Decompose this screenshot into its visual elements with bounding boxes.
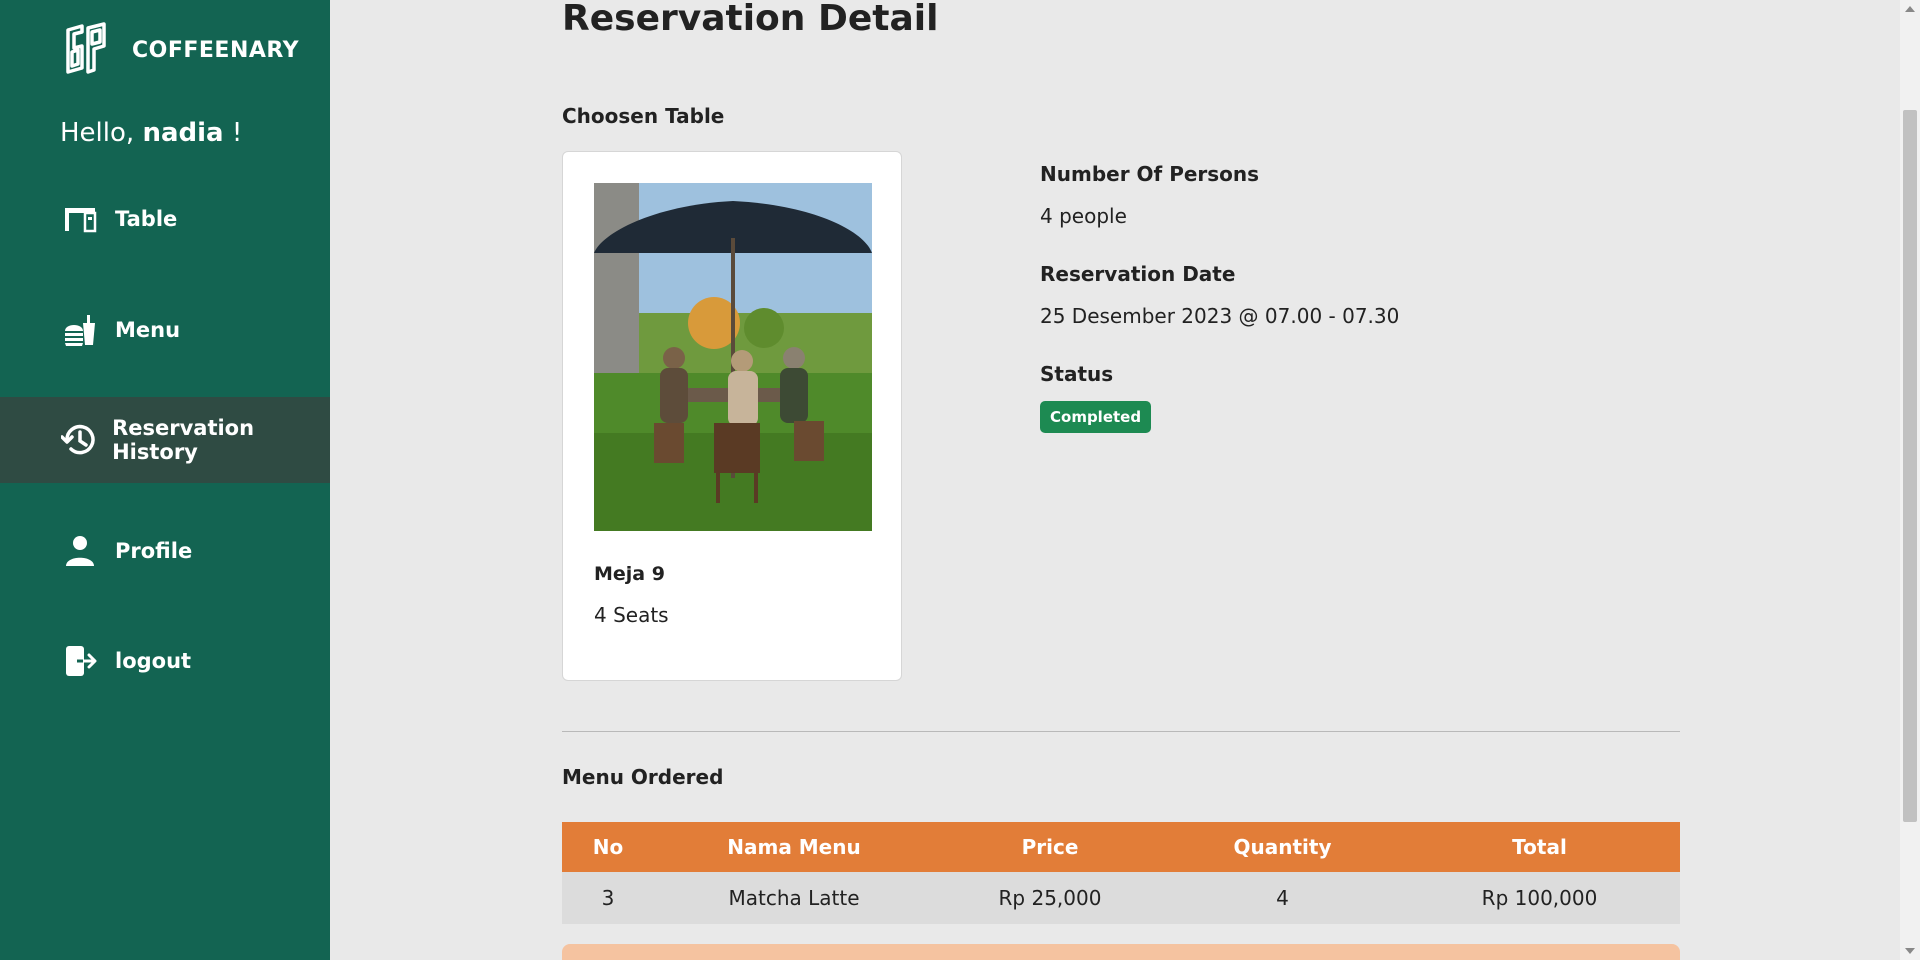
table-cell: 4 [1166, 872, 1399, 924]
table-row: 3 Matcha Latte Rp 25,000 4 Rp 100,000 [562, 872, 1680, 924]
greeting-username: nadia [142, 118, 224, 148]
sidebar-item-menu[interactable]: Menu [0, 287, 330, 373]
brand-name: COFFEENARY [132, 37, 300, 63]
reservation-date-value: 25 Desember 2023 @ 07.00 - 07.30 [1040, 304, 1400, 328]
sidebar-item-label: logout [115, 649, 192, 673]
reservation-date-label: Reservation Date [1040, 262, 1236, 286]
menu-ordered-table: No Nama Menu Price Quantity Total 3 Matc… [562, 822, 1680, 924]
column-header: Quantity [1166, 822, 1399, 872]
sidebar-item-label: Reservation History [112, 416, 255, 464]
section-divider [562, 731, 1680, 732]
column-header: No [562, 822, 654, 872]
user-icon [60, 531, 100, 571]
main-content: Reservation Detail Choosen Table Meja 9 … [330, 0, 1900, 960]
table-name: Meja 9 [594, 563, 665, 585]
greeting: Hello, nadia ! [60, 118, 242, 148]
scroll-down-arrow-icon[interactable] [1905, 948, 1915, 954]
column-header: Price [934, 822, 1166, 872]
sidebar-item-label: Profile [115, 539, 193, 563]
food-icon [60, 310, 100, 350]
table-cell: 3 [562, 872, 654, 924]
sidebar-item-label: Table [115, 207, 178, 231]
greeting-suffix: ! [231, 118, 243, 148]
history-icon [60, 420, 97, 460]
persons-value: 4 people [1040, 204, 1127, 228]
column-header: Nama Menu [654, 822, 934, 872]
table-seats: 4 Seats [594, 603, 669, 627]
column-header: Total [1399, 822, 1680, 872]
table-cell: Matcha Latte [654, 872, 934, 924]
logout-icon [60, 641, 100, 681]
table-card[interactable]: Meja 9 4 Seats [562, 151, 902, 681]
table-header-row: No Nama Menu Price Quantity Total [562, 822, 1680, 872]
sidebar-item-label: Menu [115, 318, 181, 342]
sidebar-item-reservation-history[interactable]: Reservation History [0, 397, 330, 483]
coffeenary-logo-icon [66, 22, 106, 74]
table-photo [594, 183, 872, 531]
sidebar-item-table[interactable]: Table [0, 176, 330, 262]
scrollbar-thumb[interactable] [1903, 110, 1917, 822]
table-cell: Rp 100,000 [1399, 872, 1680, 924]
table-icon [60, 199, 100, 239]
table-photo-image [594, 183, 872, 531]
summary-bar [562, 944, 1680, 960]
greeting-prefix: Hello, [60, 118, 135, 148]
chosen-table-heading: Choosen Table [562, 104, 725, 128]
table-cell: Rp 25,000 [934, 872, 1166, 924]
scroll-up-arrow-icon[interactable] [1905, 6, 1915, 12]
page-scrollbar[interactable] [1900, 0, 1920, 960]
sidebar-item-logout[interactable]: logout [0, 618, 330, 704]
persons-label: Number Of Persons [1040, 162, 1260, 186]
sidebar: COFFEENARY Hello, nadia ! Table Menu Res… [0, 0, 330, 960]
menu-ordered-heading: Menu Ordered [562, 765, 724, 789]
page-title: Reservation Detail [562, 0, 939, 39]
brand[interactable]: COFFEENARY [58, 22, 299, 78]
status-badge: Completed [1040, 401, 1152, 433]
status-label: Status [1040, 362, 1114, 386]
sidebar-item-profile[interactable]: Profile [0, 508, 330, 594]
